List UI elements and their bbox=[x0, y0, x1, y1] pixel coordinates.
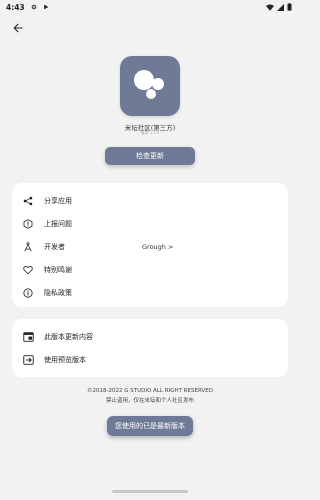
info-icon bbox=[22, 287, 34, 299]
menu-item-label: 上报问题 bbox=[44, 219, 72, 228]
status-time: 4:43 bbox=[6, 2, 25, 12]
menu-item-privacy[interactable]: 隐私政策 bbox=[12, 281, 288, 304]
menu-item-label: 使用预览版本 bbox=[44, 355, 86, 364]
menu-item-share[interactable]: 分享应用 bbox=[12, 189, 288, 212]
menu-item-thanks[interactable]: 特别鸣谢 bbox=[12, 258, 288, 281]
report-icon bbox=[22, 218, 34, 230]
back-button[interactable] bbox=[10, 20, 26, 36]
home-indicator[interactable] bbox=[112, 490, 188, 493]
menu-item-developer[interactable]: 开发者 Grough > bbox=[12, 235, 288, 258]
developer-name[interactable]: Grough > bbox=[142, 243, 173, 251]
copyright-text: ©2018-2022 G STUDIO ALL RIGHT RESERVED bbox=[87, 388, 213, 394]
menu-item-report[interactable]: 上报问题 bbox=[12, 212, 288, 235]
developer-icon bbox=[22, 241, 34, 253]
wifi-icon bbox=[266, 4, 274, 11]
app-logo bbox=[120, 56, 180, 116]
menu-item-label: 分享应用 bbox=[44, 196, 72, 205]
check-update-button[interactable]: 检查更新 bbox=[105, 147, 195, 165]
menu-item-label: 此版本更新内容 bbox=[44, 332, 93, 341]
share-icon bbox=[22, 195, 34, 207]
status-right bbox=[266, 3, 292, 11]
signal-icon bbox=[277, 3, 284, 11]
battery-icon bbox=[287, 3, 292, 11]
status-left: 4:43 bbox=[6, 3, 49, 12]
settings-icon bbox=[31, 4, 36, 10]
menu-item-preview[interactable]: 使用预览版本 bbox=[12, 348, 288, 371]
menu-item-label: 开发者 bbox=[44, 242, 65, 251]
status-bar: 4:43 bbox=[0, 0, 300, 14]
changelog-icon bbox=[22, 331, 34, 343]
arrow-left-icon bbox=[13, 23, 23, 33]
distribution-note: 禁止盗用，仅在米坛和个人社区发布 bbox=[105, 398, 194, 404]
heart-icon bbox=[22, 264, 34, 276]
menu-item-label: 隐私政策 bbox=[44, 288, 72, 297]
preview-icon bbox=[22, 354, 34, 366]
bubbles-logo-icon bbox=[134, 70, 164, 99]
menu-item-label: 特别鸣谢 bbox=[44, 265, 72, 274]
latest-version-button[interactable]: 您使用的已是最新版本 bbox=[107, 416, 193, 436]
main-menu-card: 分享应用 上报问题 开发者 Grough > 特别鸣谢 隐私政策 bbox=[12, 183, 288, 307]
play-icon bbox=[43, 4, 49, 10]
app-version: 版本: 1.7.3 bbox=[140, 131, 160, 135]
menu-item-changelog[interactable]: 此版本更新内容 bbox=[12, 325, 288, 348]
version-menu-card: 此版本更新内容 使用预览版本 bbox=[12, 319, 288, 377]
